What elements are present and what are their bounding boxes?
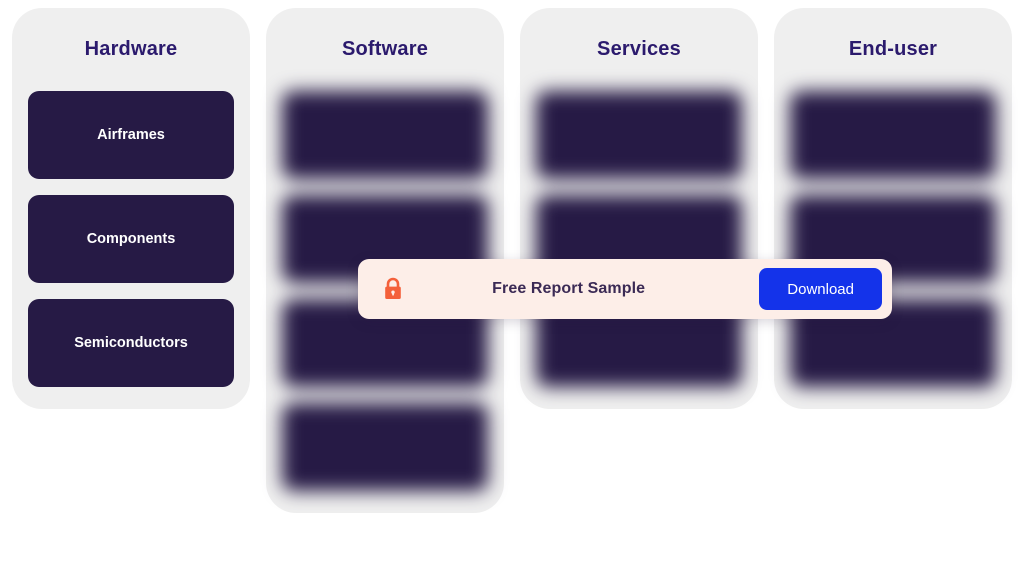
free-report-sample-banner: Free Report Sample Download: [358, 259, 892, 319]
segment-card: [536, 91, 742, 179]
segment-card: [282, 403, 488, 491]
banner-label: Free Report Sample: [492, 280, 646, 297]
card-stack: [790, 91, 996, 409]
column-hardware: Hardware Airframes Components Semiconductor…: [12, 8, 250, 409]
segment-card[interactable]: Components: [28, 195, 234, 283]
card-stack: Airframes Components Semiconductors: [28, 91, 234, 409]
segment-card: [282, 91, 488, 179]
segment-card: [790, 91, 996, 179]
column-title: Services: [597, 38, 681, 60]
segment-card[interactable]: Airframes: [28, 91, 234, 179]
segment-card[interactable]: Semiconductors: [28, 299, 234, 387]
column-title: Hardware: [84, 38, 178, 60]
card-stack: [536, 91, 742, 409]
column-end-user: End-user: [774, 8, 1012, 409]
download-button[interactable]: Download: [759, 268, 882, 310]
column-title: End-user: [848, 38, 938, 60]
column-services: Services: [520, 8, 758, 409]
column-title: Software: [341, 38, 429, 60]
padlock-closed-icon: [385, 277, 401, 299]
